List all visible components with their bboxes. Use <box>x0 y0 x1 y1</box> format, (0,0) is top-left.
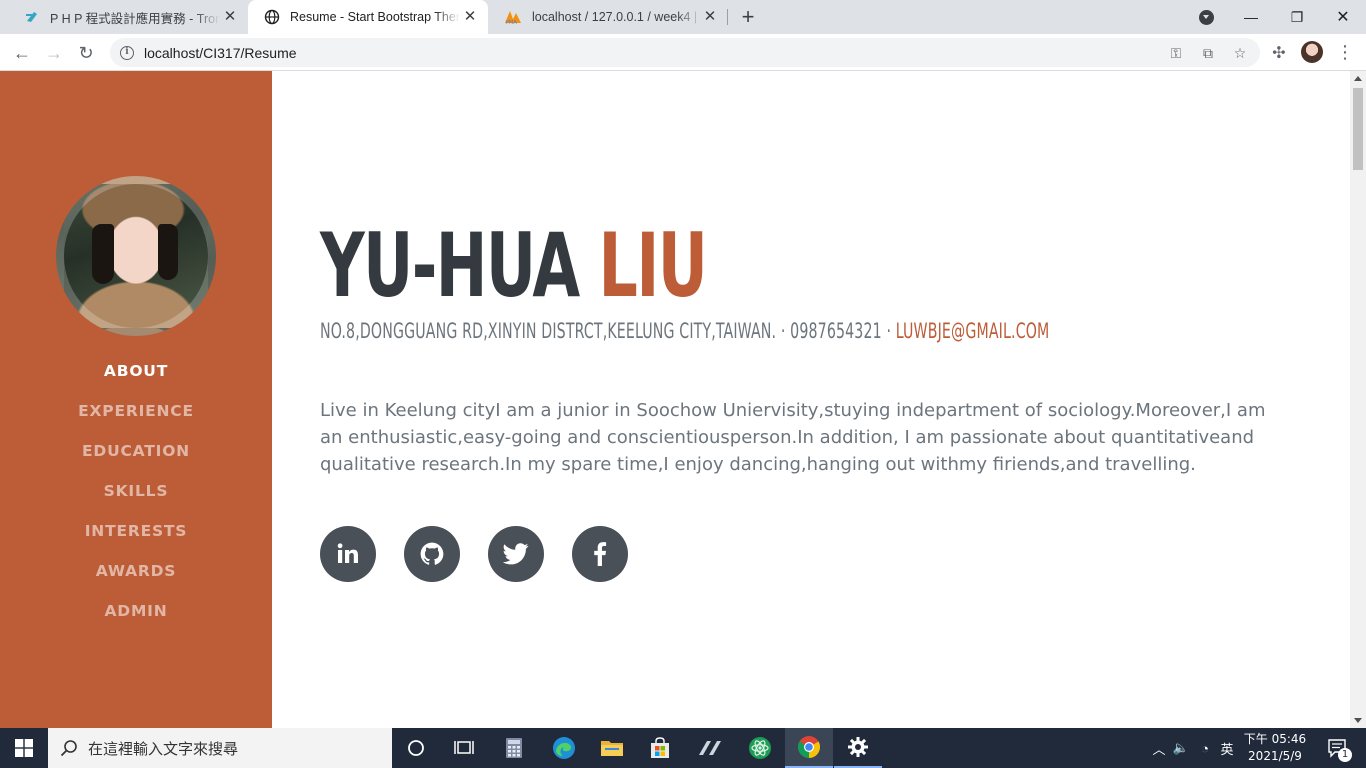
chevron-up-icon[interactable]: ︿ <box>1150 739 1168 758</box>
tab-resume[interactable]: Resume - Start Bootstrap Them ✕ <box>248 0 488 34</box>
action-center[interactable]: 1 <box>1322 728 1352 768</box>
nav-about[interactable]: ABOUT <box>0 361 272 401</box>
page-viewport: ABOUT EXPERIENCE EDUCATION SKILLS INTERE… <box>0 71 1350 728</box>
last-name: LIU <box>598 214 708 317</box>
photo-detail <box>92 224 114 284</box>
back-icon[interactable]: ← <box>9 40 35 66</box>
more-menu-icon[interactable]: ⋮ <box>1336 41 1354 63</box>
settings-gear-icon[interactable] <box>834 728 882 768</box>
input-language[interactable]: 英 <box>1216 739 1238 758</box>
site-info-icon[interactable]: i <box>120 45 134 60</box>
bookmark-star-icon[interactable]: ☆ <box>1232 45 1248 61</box>
clock[interactable]: 下午 05:46 2021/5/9 <box>1240 731 1310 765</box>
tronclass-favicon-icon <box>26 12 37 22</box>
cortana-icon[interactable] <box>392 728 440 768</box>
nav-awards[interactable]: AWARDS <box>0 561 272 601</box>
nav-education[interactable]: EDUCATION <box>0 441 272 481</box>
scrollbar-thumb[interactable] <box>1353 88 1363 170</box>
svg-text:PMA: PMA <box>506 20 517 25</box>
twitter-icon[interactable] <box>488 526 544 582</box>
address-url[interactable]: localhost/CI317/Resume <box>144 45 297 61</box>
tab-close-icon[interactable]: ✕ <box>702 9 718 25</box>
extensions-icon[interactable]: ✣ <box>1266 40 1292 66</box>
first-name: YU-HUA <box>320 214 580 317</box>
sublime-text-icon[interactable] <box>686 728 734 768</box>
task-view-icon[interactable] <box>440 728 488 768</box>
store-icon[interactable] <box>636 728 684 768</box>
nav-interests[interactable]: INTERESTS <box>0 521 272 561</box>
windows-start-icon[interactable] <box>0 728 48 768</box>
search-placeholder: 在這裡輸入文字來搜尋 <box>88 739 239 758</box>
browser-tabstrip: P H P 程式設計應用實務 - TronC ✕ Resume - Start … <box>0 0 1366 34</box>
linkedin-icon[interactable] <box>320 526 376 582</box>
tab-phpmyadmin[interactable]: PMA localhost / 127.0.0.1 / week4 | p ✕ <box>488 0 728 34</box>
minimize-icon[interactable]: — <box>1228 0 1274 34</box>
volume-icon[interactable]: 🔈 <box>1168 740 1194 756</box>
address: NO.8,DONGGUANG RD,XINYIN DISTRCT,KEELUNG… <box>320 319 777 343</box>
file-explorer-icon[interactable] <box>588 728 636 768</box>
reload-icon[interactable]: ↻ <box>73 40 99 66</box>
phpmyadmin-favicon-icon: PMA <box>505 11 521 25</box>
profile-photo <box>56 176 216 336</box>
nav-experience[interactable]: EXPERIENCE <box>0 401 272 441</box>
email-link[interactable]: LUWBJE@GMAIL.COM <box>896 319 1050 343</box>
tab-title: localhost / 127.0.0.1 / week4 | p <box>532 10 702 24</box>
page-title: YU-HUA LIU <box>320 221 708 311</box>
github-icon[interactable] <box>404 526 460 582</box>
windows-taskbar: 在這裡輸入文字來搜尋 ︿ 🔈 ◔ 英 下午 05:46 2021/5/9 1 <box>0 728 1366 768</box>
key-icon[interactable]: ⚿ <box>1168 45 1184 61</box>
facebook-icon[interactable] <box>572 526 628 582</box>
page-scrollbar[interactable] <box>1350 71 1366 728</box>
new-tab-icon[interactable]: + <box>738 6 758 28</box>
atom-editor-icon[interactable] <box>736 728 784 768</box>
system-tray: ︿ 🔈 ◔ 英 <box>1150 728 1238 768</box>
translate-icon[interactable]: ⧉ <box>1200 45 1216 61</box>
search-icon <box>60 740 77 757</box>
sidebar: ABOUT EXPERIENCE EDUCATION SKILLS INTERE… <box>0 71 272 728</box>
scroll-down-icon[interactable] <box>1354 718 1362 723</box>
nav-admin[interactable]: ADMIN <box>0 601 272 641</box>
separator: · <box>881 319 896 343</box>
nav-skills[interactable]: SKILLS <box>0 481 272 521</box>
separator: · <box>776 319 791 343</box>
tab-close-icon[interactable]: ✕ <box>462 9 478 25</box>
taskbar-search[interactable]: 在這裡輸入文字來搜尋 <box>48 728 392 768</box>
clock-date: 2021/5/9 <box>1248 749 1302 763</box>
tab-title: P H P 程式設計應用實務 - TronC <box>50 11 220 26</box>
photo-detail <box>158 224 178 280</box>
clock-time: 下午 05:46 <box>1243 732 1307 746</box>
restore-icon[interactable]: ❐ <box>1274 0 1320 34</box>
phone: 0987654321 <box>790 319 882 343</box>
close-window-icon[interactable]: ✕ <box>1320 0 1366 34</box>
forward-icon[interactable]: → <box>41 40 67 66</box>
sidebar-nav: ABOUT EXPERIENCE EDUCATION SKILLS INTERE… <box>0 361 272 641</box>
network-icon[interactable]: ◔ <box>1194 741 1216 756</box>
bio-text: Live in Keelung cityI am a junior in Soo… <box>320 400 1266 475</box>
scroll-up-icon[interactable] <box>1354 76 1362 81</box>
chrome-icon[interactable] <box>785 728 833 768</box>
social-icons <box>320 526 628 582</box>
edge-browser-icon[interactable] <box>540 728 588 768</box>
tab-title: Resume - Start Bootstrap Them <box>290 10 460 24</box>
contact-line: NO.8,DONGGUANG RD,XINYIN DISTRCT,KEELUNG… <box>320 319 1049 343</box>
address-bar[interactable]: i localhost/CI317/Resume ⚿ ⧉ ☆ <box>110 38 1260 67</box>
tab-php-course[interactable]: P H P 程式設計應用實務 - TronC ✕ <box>8 0 248 34</box>
profile-avatar[interactable] <box>1301 41 1323 63</box>
browser-toolbar: ← → ↻ i localhost/CI317/Resume ⚿ ⧉ ☆ ✣ <box>0 34 1366 71</box>
tab-search-icon[interactable] <box>1199 10 1214 25</box>
calculator-icon[interactable] <box>490 728 538 768</box>
tab-separator <box>727 9 728 25</box>
notification-badge: 1 <box>1338 748 1352 762</box>
globe-favicon-icon <box>264 9 280 25</box>
tab-close-icon[interactable]: ✕ <box>222 9 238 25</box>
